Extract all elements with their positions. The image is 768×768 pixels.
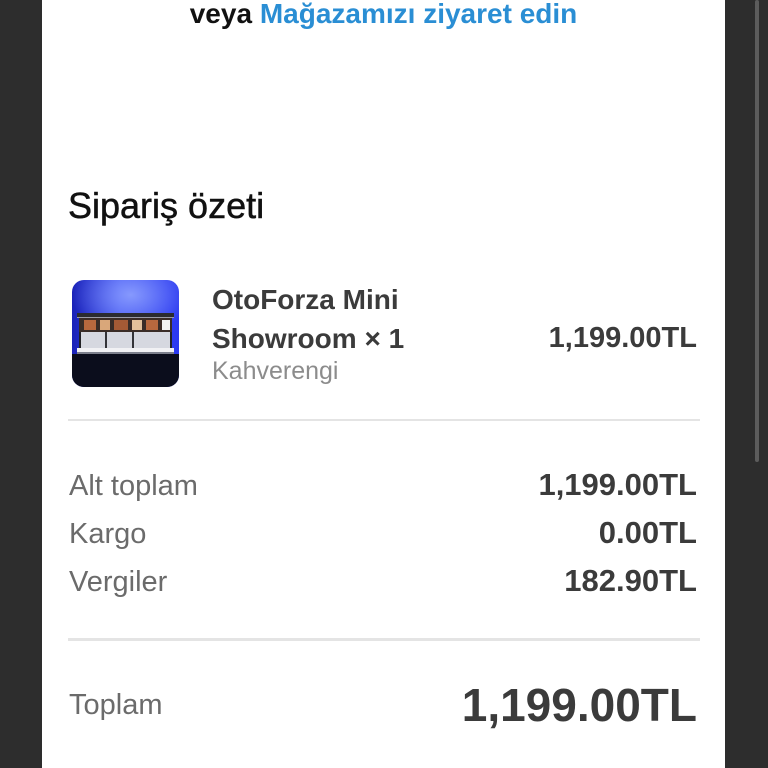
product-photo	[72, 280, 179, 387]
subtotal-row: Alt toplam 1,199.00TL	[69, 467, 697, 515]
shipping-value: 0.00TL	[598, 515, 697, 550]
taxes-value: 182.90TL	[564, 563, 697, 598]
product-thumbnail	[72, 280, 179, 387]
taxes-label: Vergiler	[69, 566, 168, 598]
store-link-prefix: veya	[189, 0, 253, 29]
product-variant: Kahverengi	[212, 357, 339, 385]
shipping-label: Kargo	[69, 518, 147, 550]
cost-breakdown: Alt toplam 1,199.00TL Kargo 0.00TL Vergi…	[69, 467, 697, 611]
product-title: OtoForza Mini Showroom × 1	[212, 280, 444, 358]
divider	[68, 638, 700, 641]
checkout-order-panel: veya Mağazamızı ziyaret edin Sipariş öze…	[42, 0, 725, 768]
visit-store-link[interactable]: Mağazamızı ziyaret edin	[260, 0, 577, 29]
taxes-row: Vergiler 182.90TL	[69, 563, 697, 611]
divider	[68, 419, 700, 421]
store-link-line: veya Mağazamızı ziyaret edin	[42, 0, 725, 30]
scrollbar-thumb[interactable]	[755, 0, 759, 462]
order-summary-title: Sipariş özeti	[68, 185, 265, 227]
shipping-row: Kargo 0.00TL	[69, 515, 697, 563]
product-price: 1,199.00TL	[548, 322, 697, 354]
product-quantity: × 1	[364, 323, 405, 354]
total-label: Toplam	[69, 689, 163, 721]
total-value: 1,199.00TL	[461, 679, 697, 731]
subtotal-value: 1,199.00TL	[538, 467, 697, 502]
subtotal-label: Alt toplam	[69, 470, 198, 502]
